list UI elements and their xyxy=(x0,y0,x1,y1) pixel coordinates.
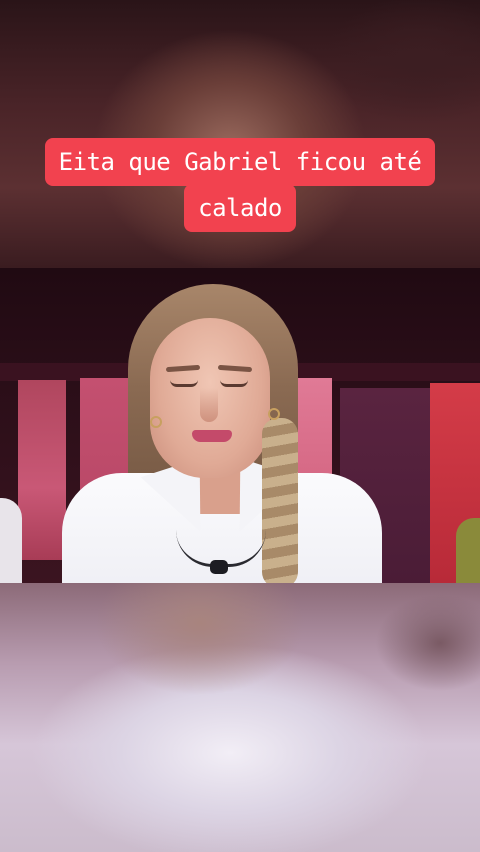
caption-line-1: Eita que Gabriel ficou até xyxy=(44,138,436,186)
hair-braid xyxy=(262,418,298,583)
studio-background-panel xyxy=(18,380,66,560)
mouth xyxy=(192,430,232,442)
video-frame[interactable] xyxy=(0,268,480,583)
closed-eye-left xyxy=(170,380,198,387)
closed-eye-right xyxy=(220,380,248,387)
blurred-background-bottom xyxy=(0,583,480,852)
video-post-screen[interactable]: Eita que Gabriel ficou até calado xyxy=(0,0,480,852)
nose xyxy=(200,388,218,422)
caption-line-2: calado xyxy=(184,184,296,232)
earring-right xyxy=(268,408,280,420)
caption-overlay: Eita que Gabriel ficou até calado xyxy=(0,138,480,232)
person-right-edge xyxy=(456,518,480,583)
lapel-microphone-icon xyxy=(210,560,228,574)
person-left-edge xyxy=(0,498,22,583)
earring-left xyxy=(150,416,162,428)
